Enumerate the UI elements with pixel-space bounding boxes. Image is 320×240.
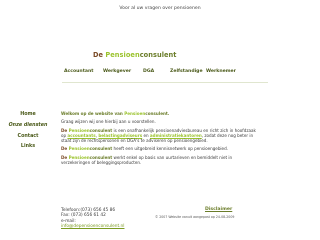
disclaimer-link[interactable]: Disclaimer	[205, 207, 232, 212]
contact-block: Telefoon:(073) 656 45 86 Fax: (073) 656 …	[61, 208, 151, 229]
sidebar-item-onze-diensten[interactable]: Onze diensten	[0, 123, 56, 128]
brand-part-pensioen: Pensioen	[68, 154, 90, 160]
brand-part-consulent: consulent	[89, 127, 113, 133]
brand-part-consulent: consulent	[89, 146, 113, 152]
brand-name: De Pensioenconsulent	[61, 146, 112, 151]
about-sep-2: en	[142, 132, 150, 138]
brand-name: De Pensioenconsulent	[61, 155, 112, 160]
welcome-title-suffix: .	[167, 111, 170, 116]
top-navigation: Accountant Werkgever DGA Zelfstandige We…	[0, 69, 320, 77]
brand-part-consulent: consulent	[145, 111, 168, 116]
brand-part-de: De	[61, 127, 69, 133]
brand-part-pensioen: Pensioen	[68, 127, 90, 133]
link-accountants[interactable]: accountants	[67, 133, 95, 138]
site-tagline: Voor al uw vragen over pensioenen	[119, 6, 201, 11]
sidebar-item-home[interactable]: Home	[0, 112, 56, 117]
about-paragraph: De Pensioenconsulent is een onafhankelij…	[61, 128, 260, 144]
main-content: Welkom op de website van Pensioenconsule…	[61, 111, 260, 168]
site-logo[interactable]: De Pensioenconsulent	[93, 51, 176, 59]
brand-part-pensioen: Pensioen	[124, 111, 146, 116]
nav-dga[interactable]: DGA	[143, 69, 154, 74]
sidebar-item-links[interactable]: Links	[0, 144, 56, 149]
link-administratiekantoren[interactable]: administratiekantoren	[150, 133, 202, 138]
rates-paragraph: De Pensioenconsulent werkt enkel op basi…	[61, 155, 260, 166]
brand-part-de: De	[61, 146, 69, 152]
brand-part-pensioen: Pensioen	[68, 146, 90, 152]
intro-paragraph: Graag wijzen wij one hierbij aan u voors…	[61, 119, 156, 125]
logo-text-de: De	[93, 51, 106, 59]
nav-werknemer[interactable]: Werknemer	[206, 69, 236, 74]
logo-text-consulent: consulent	[139, 51, 177, 59]
brand-name: De Pensioenconsulent	[61, 128, 112, 133]
nav-zelfstandige[interactable]: Zelfstandige	[170, 69, 203, 74]
copyright-text: © 2007 Website vanuit aangepast op 24-08…	[155, 215, 235, 219]
network-text: heeft een uitgebreid kennisnetwerk op pe…	[112, 146, 228, 152]
nav-divider	[62, 82, 268, 83]
sidebar-item-contact[interactable]: Contact	[0, 134, 56, 139]
welcome-title-prefix: Welkom op de website van	[61, 111, 125, 116]
nav-accountant[interactable]: Accountant	[64, 69, 93, 74]
welcome-title: Welkom op de website van Pensioenconsule…	[61, 111, 260, 116]
brand-part-consulent: consulent	[89, 154, 113, 160]
contact-email-link[interactable]: info@depensioenconsulent.nl	[61, 224, 124, 229]
nav-werkgever[interactable]: Werkgever	[103, 69, 131, 74]
brand-part-de: De	[61, 154, 69, 160]
brand-name: Pensioenconsulent	[124, 111, 168, 116]
network-paragraph: De Pensioenconsulent heeft een uitgebrei…	[61, 146, 260, 151]
link-belastingadviseurs[interactable]: belastingadviseurs	[98, 133, 142, 138]
logo-text-pensioen: Pensioen	[105, 51, 140, 59]
